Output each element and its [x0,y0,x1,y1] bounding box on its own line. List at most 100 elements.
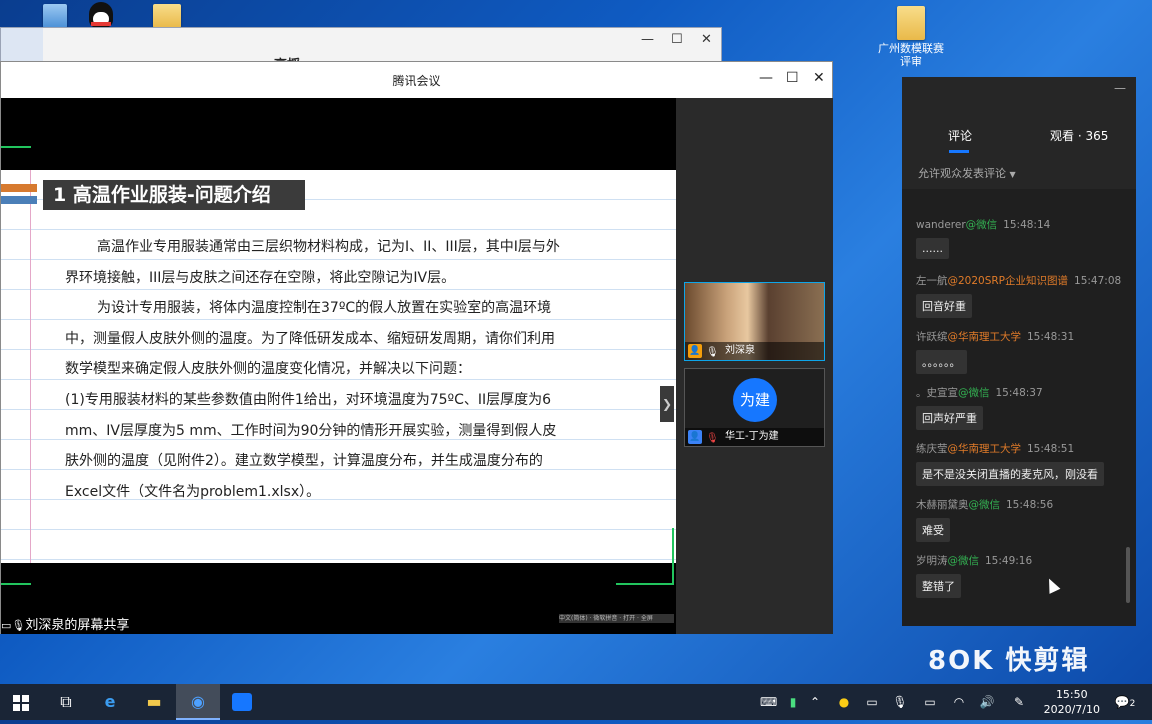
slide-paragraph: 高温作业专用服装通常由三层织物材料构成，记为I、II、III层，其中I层与外界环… [65,239,560,286]
system-clock[interactable]: 15:50 2020/7/10 [1044,687,1100,717]
comment-list[interactable]: wanderer@微信 15:48:14...... 左一航@2020SRP企业知识… [902,217,1136,609]
permission-label: 允许观众发表评论 [918,167,1006,180]
maximize-button[interactable]: ☐ [786,70,799,86]
comment-item[interactable]: 许跃缤@华南理工大学 15:48:31 。。。。。。 [902,329,1136,385]
wifi-icon[interactable]: ◠ [948,684,970,720]
comment-source: @微信 [965,219,998,231]
mic-muted-icon: 🎙 [706,433,719,444]
comment-text: 整错了 [916,574,961,598]
notification-count: 2 [1129,699,1136,709]
avatar: 为建 [733,378,777,422]
desktop-icon-qq[interactable] [66,2,136,28]
comment-time: 15:48:56 [1006,499,1054,511]
mic-icon[interactable]: 🎙 [890,684,910,720]
mic-icon: 🎙 [11,619,26,632]
comment-text: 是不是没关闭直播的麦克风，刚没看 [916,462,1104,486]
comment-text: 。。。。。。 [916,350,967,374]
slide-paragraph: 为设计专用服装，将体内温度控制在37ºC的假人放置在实验室的高温环境中，测量假人… [65,300,555,378]
comment-source: @2020SRP企业知识图谱 [947,275,1069,287]
comment-text: 回音好重 [916,294,972,318]
notification-icon: 💬 [1114,695,1130,709]
comment-meta: 木赫丽黛奥@微信 15:48:56 [916,497,1136,512]
bg-maximize-button[interactable]: ☐ [671,32,683,47]
comment-meta: 。史宣宣@微信 15:48:37 [916,385,1136,400]
comment-item[interactable]: 左一航@2020SRP企业知识图谱 15:47:08 回音好重 [902,273,1136,329]
file-explorer-icon[interactable]: ▬ [132,684,176,720]
heading-stripe [1,184,37,192]
clock-date: 2020/7/10 [1043,703,1100,716]
comment-item[interactable]: 木赫丽黛奥@微信 15:48:56 难受 [902,497,1136,553]
pen-icon[interactable]: ✎ [1008,684,1030,720]
display-icon[interactable]: ▭ [862,684,882,720]
share-owner-text: 刘深泉的屏幕共享 [25,618,130,633]
comment-item[interactable]: 。史宣宣@微信 15:48:37 回声好严重 [902,385,1136,441]
bg-minimize-button[interactable]: — [641,32,654,47]
desktop-icon-folder-review[interactable]: 广州数模联赛评审 [876,6,946,68]
tab-viewers[interactable]: 观看 · 365 [1050,127,1108,144]
close-button[interactable]: ✕ [813,70,825,86]
comment-time: 15:48:51 [1027,443,1075,455]
start-button[interactable] [0,684,44,720]
comment-item[interactable]: 练庆莹@华南理工大学 15:48:51 是不是没关闭直播的麦克风，刚没看 [902,441,1136,497]
comment-meta: 左一航@2020SRP企业知识图谱 15:47:08 [916,273,1136,288]
corner-marker [1,583,31,585]
comment-source: @华南理工大学 [947,443,1022,455]
comment-text: ...... [916,238,949,259]
comment-source: @微信 [947,555,980,567]
corner-marker [672,528,674,584]
comment-permission-dropdown[interactable]: 允许观众发表评论 ▼ [918,165,1016,181]
minimize-panel-button[interactable]: — [1114,81,1126,95]
comment-meta: 许跃缤@华南理工大学 15:48:31 [916,329,1136,344]
margin-line [30,170,31,563]
live-app-taskbar-icon[interactable] [220,684,264,720]
battery-icon[interactable]: ▮ [786,684,800,720]
comment-meta: 岁明涛@微信 15:49:16 [916,553,1136,568]
comment-time: 15:49:16 [985,555,1033,567]
participant-video-tile[interactable]: 刘深泉 👤 🎙 [684,282,825,361]
edge-icon[interactable]: e [88,684,132,720]
participant-avatar-tile[interactable]: 为建 华工-丁为建 👤 🎙 [684,368,825,447]
chevron-up-icon[interactable]: ⌃ [806,684,824,720]
keyboard-icon[interactable]: ⌨ [760,684,777,720]
tab-comments[interactable]: 评论 [948,127,972,144]
corner-marker [616,583,674,585]
watermark-logo: 8OK 快剪辑 [928,646,1090,676]
slide-heading: 1 高温作业服装-问题介绍 [43,180,305,210]
battery-status-icon[interactable]: ▭ [918,684,942,720]
comment-source: @微信 [968,499,1001,511]
comment-item[interactable]: 岁明涛@微信 15:49:16 整错了 [902,553,1136,609]
comment-source: @华南理工大学 [947,331,1022,343]
minimize-button[interactable]: — [759,70,773,86]
chevron-right-icon[interactable]: ❯ [660,386,674,422]
window-title: 腾讯会议 [392,74,441,88]
comments-panel: — 评论 观看 · 365 允许观众发表评论 ▼ wanderer@微信 15:4… [902,77,1136,626]
scrollbar[interactable] [1126,547,1130,603]
qq-penguin-icon [89,2,113,28]
comment-user: 木赫丽黛奥 [916,499,969,511]
comment-meta: wanderer@微信 15:48:14 [916,217,1136,232]
taskbar: ⧉ e ▬ ◉ ⌨ ▮ ⌃ ● ▭ 🎙 ▭ ◠ 🔊 ✎ 15:50 2020/7… [0,684,1152,720]
task-view-button[interactable]: ⧉ [44,684,88,720]
comment-user: 许跃缤 [916,331,948,343]
notification-center-button[interactable]: 💬2 [1112,684,1138,720]
ime-status-bar: 中文(简体) · 微软拼音 · 打开 · 全屏 [559,614,674,623]
comment-item[interactable]: wanderer@微信 15:48:14...... [902,217,1136,273]
comment-user: 岁明涛 [916,555,948,567]
tencent-meeting-taskbar-icon[interactable]: ◉ [176,684,220,720]
comment-user: 左一航 [916,275,948,287]
desktop-icon-label: 广州数模联赛评审 [878,42,944,68]
user-icon: 👤 [688,430,702,444]
bg-close-button[interactable]: ✕ [701,32,712,47]
volume-icon[interactable]: 🔊 [976,684,998,720]
window-titlebar[interactable]: 腾讯会议 — ☐ ✕ [1,62,832,98]
meeting-window[interactable]: 腾讯会议 — ☐ ✕ 1 高温作业服装-问题介绍 高温作业专用服装通常由三层织物… [0,61,833,634]
app-tray-icon[interactable]: ● [834,684,854,720]
corner-marker [1,146,31,148]
windows-logo-icon [13,695,29,711]
screen-share-area: 1 高温作业服装-问题介绍 高温作业专用服装通常由三层织物材料构成，记为I、II… [1,98,676,634]
clock-time: 15:50 [1055,688,1088,701]
comments-header: — 评论 观看 · 365 允许观众发表评论 ▼ [902,77,1136,189]
comment-text: 难受 [916,518,950,542]
slide-body: 高温作业专用服装通常由三层织物材料构成，记为I、II、III层，其中I层与外界环… [65,232,565,507]
mic-icon: 🎙 [706,347,719,358]
